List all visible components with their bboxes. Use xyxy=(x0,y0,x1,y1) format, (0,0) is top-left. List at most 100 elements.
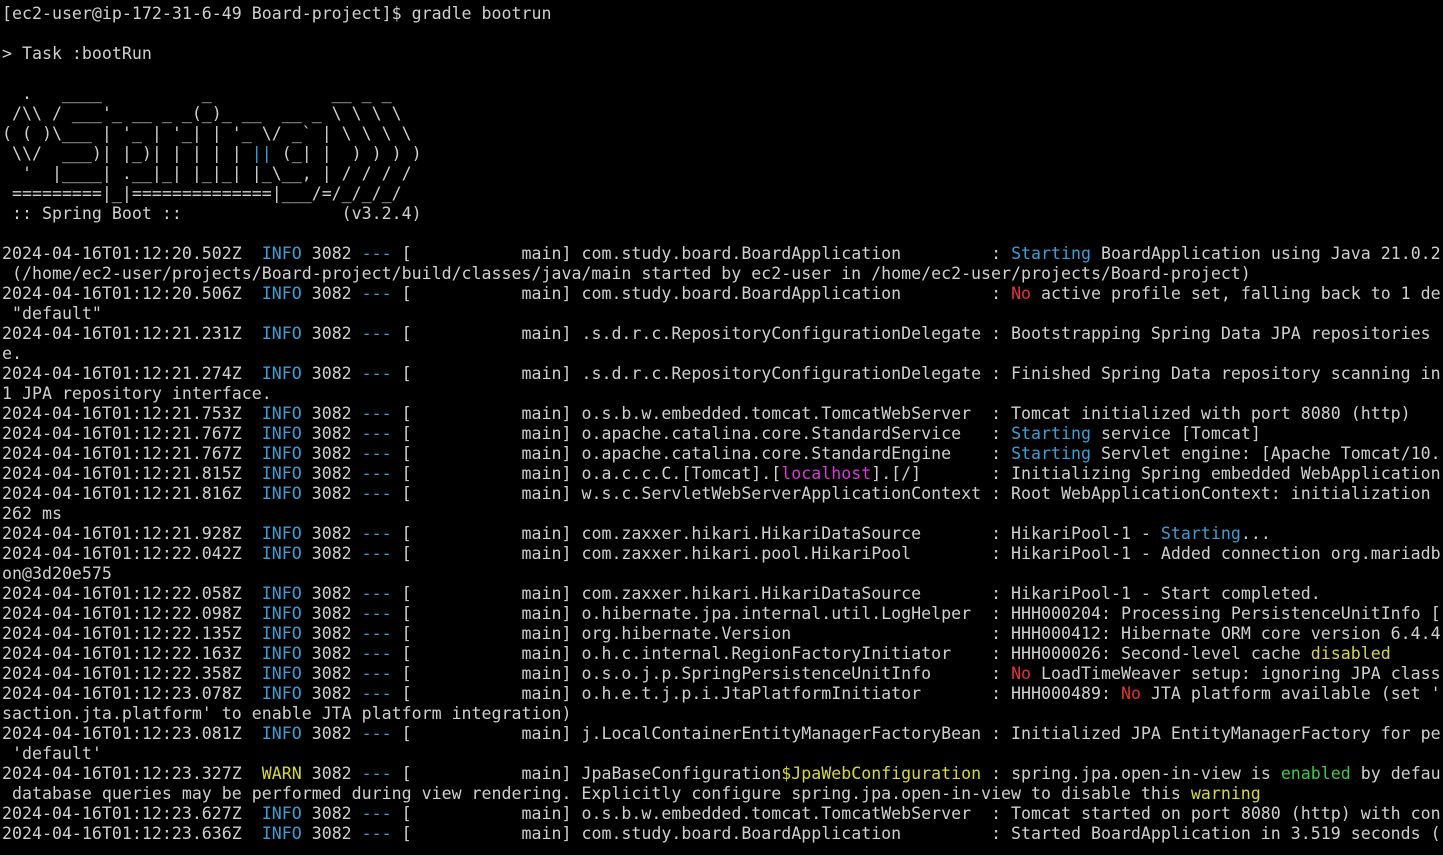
terminal-text-segment: INFO xyxy=(261,684,302,703)
terminal-line-log: 2024-04-16T01:12:22.042Z INFO 3082 --- [… xyxy=(2,544,1441,564)
terminal-text-segment: "default" xyxy=(2,304,102,323)
terminal-text-segment: saction.jta.platform' to enable JTA plat… xyxy=(2,704,572,723)
terminal-text-segment: [ main] o.a.c.c.C.[Tomcat].[ xyxy=(391,464,782,483)
terminal-text-segment: service [Tomcat] xyxy=(1091,424,1261,443)
terminal-text-segment: active profile set, falling back to 1 de xyxy=(1031,284,1441,303)
terminal-text-segment: [ main] w.s.c.ServletWebServerApplicatio… xyxy=(391,484,1431,503)
terminal-text-segment: 3082 xyxy=(301,464,362,483)
terminal-text-segment: INFO xyxy=(261,424,302,443)
terminal-text-segment: on@3d20e575 xyxy=(2,564,112,583)
terminal-text-segment: 3082 xyxy=(301,804,362,823)
terminal-line-banner: :: Spring Boot :: (v3.2.4) xyxy=(2,204,422,224)
terminal-text-segment: 2024-04-16T01:12:23.078Z xyxy=(2,684,262,703)
terminal-text-segment: . ____ _ __ _ _ xyxy=(2,84,392,103)
terminal-text-segment: Starting xyxy=(1011,424,1091,443)
terminal-line-wrap: database queries may be performed during… xyxy=(2,784,1261,804)
terminal-window[interactable]: [ec2-user@ip-172-31-6-49 Board-project]$… xyxy=(0,0,1443,855)
terminal-text-segment: INFO xyxy=(261,824,302,843)
terminal-text-segment: --- xyxy=(361,444,392,463)
terminal-text-segment: [ main] o.apache.catalina.core.StandardE… xyxy=(391,444,1012,463)
terminal-text-segment: 2024-04-16T01:12:22.135Z xyxy=(2,624,262,643)
terminal-text-segment: 2024-04-16T01:12:23.081Z xyxy=(2,724,262,743)
terminal-text-segment: --- xyxy=(361,424,392,443)
terminal-text-segment: 2024-04-16T01:12:21.767Z xyxy=(2,444,262,463)
terminal-text-segment: =========|_|==============|___/=/_/_/_/ xyxy=(2,184,402,203)
terminal-line-banner: ' |____| .__|_| |_|_| |_\__, | / / / / xyxy=(2,164,412,184)
terminal-text-segment: 2024-04-16T01:12:23.627Z xyxy=(2,804,262,823)
terminal-text-segment: INFO xyxy=(261,284,302,303)
terminal-text-segment: --- xyxy=(361,584,392,603)
terminal-text-segment: --- xyxy=(361,664,392,683)
terminal-text-segment: INFO xyxy=(261,624,302,643)
terminal-text-segment: 3082 xyxy=(301,604,362,623)
terminal-text-segment: INFO xyxy=(261,544,302,563)
terminal-text-segment: :: Spring Boot :: (v3.2.4) xyxy=(2,204,422,223)
terminal-text-segment: --- xyxy=(361,544,392,563)
terminal-text-segment: 2024-04-16T01:12:21.816Z xyxy=(2,484,262,503)
terminal-text-segment: 2024-04-16T01:12:21.231Z xyxy=(2,324,262,343)
terminal-text-segment: 3082 xyxy=(301,404,362,423)
terminal-text-segment: [ main] com.study.board.BoardApplication… xyxy=(391,824,1441,843)
terminal-line-log: 2024-04-16T01:12:21.816Z INFO 3082 --- [… xyxy=(2,484,1431,504)
terminal-text-segment: warning xyxy=(1190,784,1261,803)
terminal-line-log: 2024-04-16T01:12:22.358Z INFO 3082 --- [… xyxy=(2,664,1441,684)
terminal-text-segment: INFO xyxy=(261,804,302,823)
terminal-line-wrap: e. xyxy=(2,344,22,364)
terminal-text-segment: --- xyxy=(361,404,392,423)
terminal-text-segment: e. xyxy=(2,344,22,363)
terminal-text-segment: 3082 xyxy=(301,824,362,843)
terminal-text-segment: database queries may be performed during… xyxy=(2,784,1191,803)
terminal-text-segment: || xyxy=(251,144,272,163)
terminal-line-log: 2024-04-16T01:12:22.135Z INFO 3082 --- [… xyxy=(2,624,1441,644)
terminal-line-log: 2024-04-16T01:12:23.327Z WARN 3082 --- [… xyxy=(2,764,1441,784)
terminal-text-segment: JTA platform available (set ' xyxy=(1140,684,1441,703)
terminal-text-segment: BoardApplication using Java 21.0.2 xyxy=(1091,244,1441,263)
terminal-text-segment: 3082 xyxy=(301,584,362,603)
terminal-text-segment: INFO xyxy=(261,464,302,483)
terminal-text-segment: [ main] o.apache.catalina.core.StandardS… xyxy=(391,424,1012,443)
terminal-text-segment: INFO xyxy=(261,324,302,343)
terminal-text-segment: WARN xyxy=(261,764,302,783)
terminal-text-segment: \\/ ___)| |_)| | | | | xyxy=(2,144,252,163)
terminal-text-segment: No xyxy=(1011,664,1032,683)
terminal-text-segment: 2024-04-16T01:12:23.327Z xyxy=(2,764,262,783)
terminal-text-segment: No xyxy=(1011,284,1032,303)
terminal-line-wrap: 262 ms xyxy=(2,504,62,524)
terminal-line-banner: \\/ ___)| |_)| | | | | || (_| | ) ) ) ) xyxy=(2,144,422,164)
terminal-text-segment: Starting xyxy=(1011,244,1091,263)
terminal-line-wrap: 1 JPA repository interface. xyxy=(2,384,272,404)
terminal-text-segment: INFO xyxy=(261,664,302,683)
terminal-line-log: 2024-04-16T01:12:22.058Z INFO 3082 --- [… xyxy=(2,584,1321,604)
terminal-text-segment: by defau xyxy=(1350,764,1441,783)
terminal-text-segment: disabled xyxy=(1310,644,1391,663)
terminal-text-segment: [ main] com.zaxxer.hikari.HikariDataSour… xyxy=(391,584,1321,603)
terminal-text-segment: 3082 xyxy=(301,284,362,303)
terminal-text-segment: 3082 xyxy=(301,324,362,343)
terminal-text-segment: 3082 xyxy=(301,764,362,783)
terminal-line-log: 2024-04-16T01:12:21.815Z INFO 3082 --- [… xyxy=(2,464,1441,484)
terminal-line-banner: ( ( )\___ | '_ | '_| | '_ \/ _` | \ \ \ … xyxy=(2,124,412,144)
terminal-text-segment: ... xyxy=(1240,524,1271,543)
terminal-text-segment: (/home/ec2-user/projects/Board-project/b… xyxy=(2,264,1251,283)
terminal-line-log: 2024-04-16T01:12:21.928Z INFO 3082 --- [… xyxy=(2,524,1271,544)
terminal-text-segment: [ main] o.s.o.j.p.SpringPersistenceUnitI… xyxy=(391,664,1012,683)
terminal-text-segment: [ main] JpaBaseConfiguration xyxy=(391,764,782,783)
terminal-text-segment: --- xyxy=(361,804,392,823)
terminal-text-segment: INFO xyxy=(261,724,302,743)
terminal-text-segment: INFO xyxy=(261,444,302,463)
terminal-text-segment: localhost xyxy=(781,464,872,483)
terminal-line-wrap: on@3d20e575 xyxy=(2,564,112,584)
terminal-text-segment: ( ( )\___ | '_ | '_| | '_ \/ _` | \ \ \ … xyxy=(2,124,412,143)
terminal-text-segment: $JpaWebConfiguration xyxy=(781,764,982,783)
terminal-text-segment: 3082 xyxy=(301,624,362,643)
terminal-line-banner: . ____ _ __ _ _ xyxy=(2,84,392,104)
terminal-text-segment: 3082 xyxy=(301,664,362,683)
terminal-text-segment: --- xyxy=(361,764,392,783)
terminal-line-banner: =========|_|==============|___/=/_/_/_/ xyxy=(2,184,402,204)
terminal-text-segment: > Task :bootRun xyxy=(2,44,152,63)
terminal-line-banner: /\\ / ___'_ __ _ _(_)_ __ __ _ \ \ \ \ xyxy=(2,104,402,124)
terminal-text-segment: 3082 xyxy=(301,244,362,263)
terminal-line-prompt: [ec2-user@ip-172-31-6-49 Board-project]$… xyxy=(2,4,551,24)
terminal-line-log: 2024-04-16T01:12:21.767Z INFO 3082 --- [… xyxy=(2,424,1261,444)
terminal-text-segment: 3082 xyxy=(301,524,362,543)
